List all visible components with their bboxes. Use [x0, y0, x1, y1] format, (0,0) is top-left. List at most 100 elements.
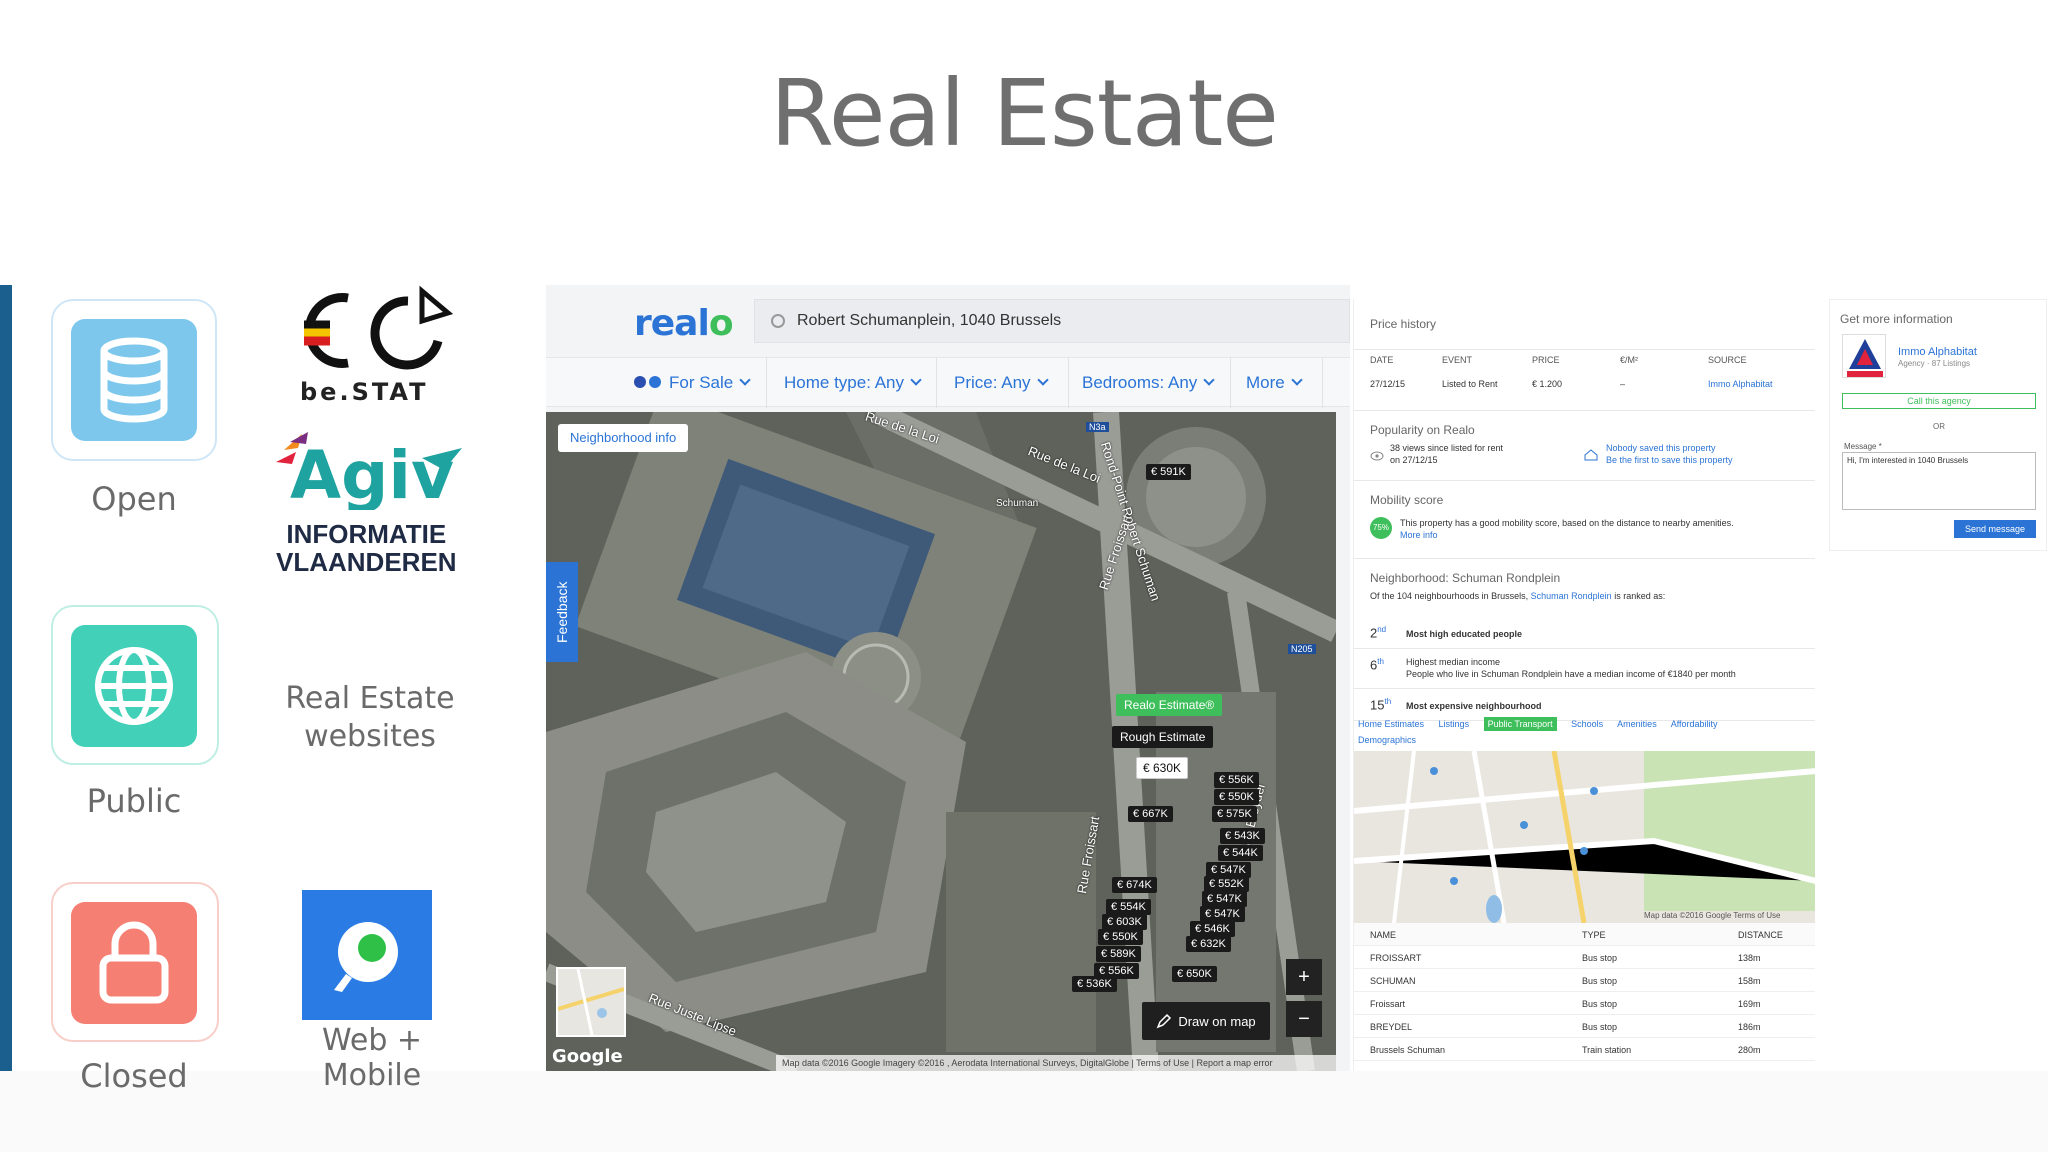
price-filter[interactable]: Price: Any — [954, 373, 1049, 393]
satellite-map[interactable]: Neighborhood info Feedback Rue de la Loi… — [546, 412, 1336, 1071]
price-pin[interactable]: € 667K — [1128, 806, 1173, 822]
price-pin[interactable]: € 550K — [1214, 789, 1259, 805]
map-attribution: Map data ©2016 Google Imagery ©2016 , Ae… — [776, 1055, 1336, 1071]
more-filter[interactable]: More — [1246, 373, 1303, 393]
tab-amenities[interactable]: Amenities — [1617, 719, 1657, 729]
tab-affordability[interactable]: Affordability — [1671, 719, 1718, 729]
price-pin[interactable]: € 589K — [1096, 946, 1141, 962]
sale-dot-icon — [649, 376, 661, 388]
call-agency-button[interactable]: Call this agency — [1842, 393, 2036, 409]
agency-contact-panel: Get more information Immo Alphabitat Age… — [1829, 299, 2047, 551]
agency-name-link[interactable]: Immo Alphabitat — [1898, 346, 1977, 358]
draw-on-map-button[interactable]: Draw on map — [1142, 1002, 1270, 1040]
saved-line2[interactable]: Be the first to save this property — [1606, 455, 1733, 465]
intro-link[interactable]: Schuman Rondplein — [1531, 591, 1612, 601]
open-label: Open — [91, 480, 177, 518]
more-label: More — [1246, 373, 1285, 392]
zoom-in-button[interactable]: + — [1286, 959, 1322, 995]
agency-panel-title: Get more information — [1840, 312, 1953, 326]
mobility-section: Mobility score 75% This property has a g… — [1354, 481, 1815, 559]
tab-home-estimates[interactable]: Home Estimates — [1358, 719, 1424, 729]
price-pin[interactable]: € 575K — [1212, 806, 1257, 822]
realo-logo-main: real — [634, 303, 710, 344]
bedrooms-filter[interactable]: Bedrooms: Any — [1082, 373, 1215, 393]
transport-map[interactable]: Map data ©2016 Google Terms of Use — [1354, 751, 1815, 923]
transit-name: SCHUMAN — [1370, 976, 1416, 986]
agiv-sub-line1: INFORMATIE — [286, 519, 447, 549]
price-pin[interactable]: € 632K — [1186, 936, 1231, 952]
price-pin[interactable]: € 591K — [1146, 464, 1191, 480]
price-pin[interactable]: € 546K — [1190, 921, 1235, 937]
chevron-down-icon — [739, 374, 751, 386]
search-input[interactable]: Robert Schumanplein, 1040 Brussels — [754, 299, 1350, 343]
re-websites-line1: Real Estate — [285, 681, 455, 716]
slide-title: Real Estate — [770, 60, 1279, 167]
agency-logo-graphic — [1847, 339, 1883, 377]
bestat-wordmark: be.STAT — [300, 378, 429, 406]
estimate-value: € 630K — [1136, 757, 1189, 779]
realo-estimate-badge[interactable]: Realo Estimate® — [1116, 694, 1223, 716]
saved-line1[interactable]: Nobody saved this property — [1606, 443, 1716, 453]
for-sale-filter[interactable]: For Sale — [634, 373, 751, 393]
mini-map-icon — [557, 968, 625, 1036]
price-pin[interactable]: € 550K — [1098, 929, 1143, 945]
home-type-filter[interactable]: Home type: Any — [784, 373, 922, 393]
road-badge: N3a — [1086, 422, 1109, 432]
price-pin[interactable]: € 547K — [1200, 906, 1245, 922]
table-row[interactable]: SCHUMAN Bus stop 158m — [1354, 969, 1815, 992]
intro-post: is ranked as: — [1614, 591, 1666, 601]
tab-schools[interactable]: Schools — [1571, 719, 1603, 729]
home-icon — [1584, 449, 1598, 461]
mobility-more-link[interactable]: More info — [1400, 530, 1438, 540]
transit-name: BREYDEL — [1370, 1022, 1413, 1032]
send-message-button[interactable]: Send message — [1954, 520, 2036, 538]
agiv-logo: Agiv — [272, 430, 472, 514]
rank-suffix: th — [1384, 697, 1392, 706]
transit-distance: 186m — [1738, 1022, 1761, 1032]
rank-num: 15 — [1370, 697, 1385, 713]
google-logo: Google — [552, 1046, 623, 1067]
chevron-down-icon — [1036, 374, 1049, 386]
transit-type: Bus stop — [1582, 999, 1618, 1009]
price-pin[interactable]: € 650K — [1172, 966, 1217, 982]
feedback-tab[interactable]: Feedback — [546, 562, 578, 662]
tab-demographics[interactable]: Demographics — [1358, 735, 1416, 745]
realo-logo[interactable]: realo — [634, 303, 734, 344]
map-type-toggle[interactable] — [556, 967, 626, 1037]
table-row[interactable]: BREYDEL Bus stop 186m — [1354, 1015, 1815, 1038]
zoom-out-button[interactable]: − — [1286, 1001, 1322, 1037]
price-pin[interactable]: € 543K — [1220, 828, 1265, 844]
transit-distance: 169m — [1738, 999, 1761, 1009]
agency-logo — [1842, 334, 1886, 378]
cell-price-per-m2: – — [1620, 379, 1626, 389]
price-pin[interactable]: € 556K — [1214, 772, 1259, 788]
open-data-card — [51, 299, 217, 461]
for-sale-label: For Sale — [669, 373, 734, 392]
mobility-text: This property has a good mobility score,… — [1400, 518, 1734, 528]
transit-distance: 138m — [1738, 953, 1761, 963]
neighborhood-tabs-row2: Demographics — [1358, 735, 1416, 745]
tab-listings[interactable]: Listings — [1439, 719, 1470, 729]
neighborhood-info-button[interactable]: Neighborhood info — [558, 424, 689, 452]
lock-icon — [71, 902, 197, 1024]
price-pin[interactable]: € 603K — [1102, 914, 1147, 930]
price-pin[interactable]: € 536K — [1072, 976, 1117, 992]
price-pin[interactable]: € 547K — [1202, 891, 1247, 907]
price-pin[interactable]: € 544K — [1218, 845, 1263, 861]
schuman-station-label: Schuman — [996, 498, 1039, 509]
agiv-sub-line2: VLAANDEREN — [276, 547, 457, 577]
message-field[interactable]: Hi, I'm interested in 1040 Brussels — [1842, 452, 2036, 510]
rank-row: 15th Most expensive neighbourhood — [1354, 689, 1815, 721]
price-pin[interactable]: € 554K — [1106, 899, 1151, 915]
tab-public-transport[interactable]: Public Transport — [1483, 717, 1557, 731]
neighborhood-intro: Of the 104 neighbourhoods in Brussels, S… — [1370, 591, 1665, 601]
rank-sub: People who live in Schuman Rondplein hav… — [1406, 669, 1736, 679]
price-pin[interactable]: € 552K — [1204, 876, 1249, 892]
table-row[interactable]: FROISSART Bus stop 138m — [1354, 946, 1815, 969]
table-row[interactable]: Froissart Bus stop 169m — [1354, 992, 1815, 1015]
transit-distance: 158m — [1738, 976, 1761, 986]
table-row[interactable]: Brussels Schuman Train station 280m — [1354, 1038, 1815, 1061]
cell-source-link[interactable]: Immo Alphabitat — [1708, 379, 1773, 389]
transit-name: Brussels Schuman — [1370, 1045, 1446, 1055]
price-pin[interactable]: € 674K — [1112, 877, 1157, 893]
